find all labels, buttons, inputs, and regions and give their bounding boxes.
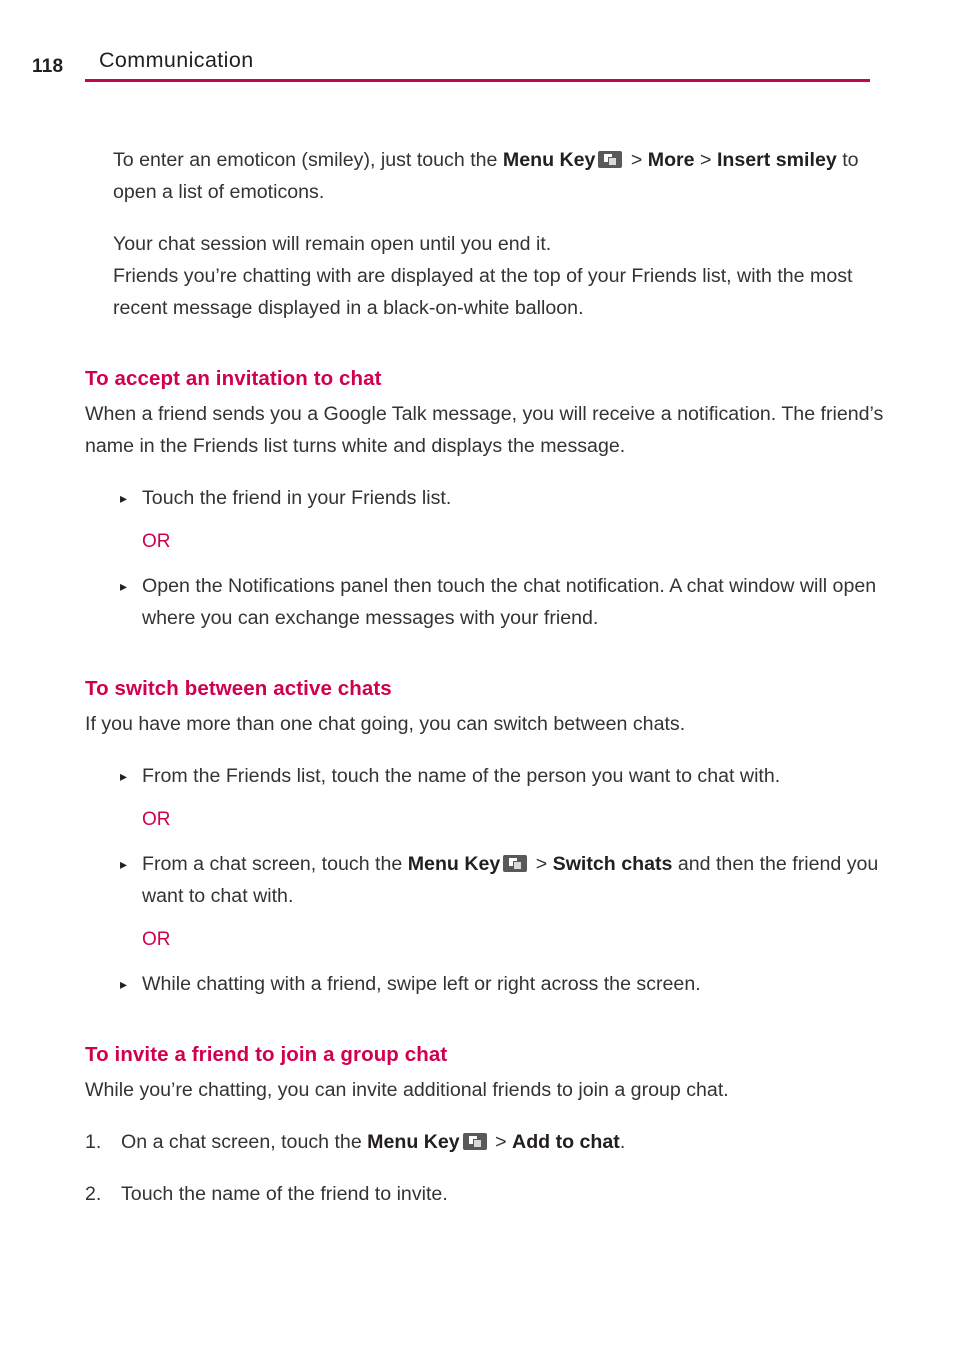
page-number: 118 — [32, 56, 64, 77]
step-text-1: On a chat screen, touch the — [121, 1131, 368, 1153]
list-item-label: From the Friends list, touch the name of… — [142, 765, 781, 787]
step-text-2: > — [489, 1131, 513, 1153]
list-item: 2. Touch the name of the friend to invit… — [85, 1178, 888, 1210]
bullet-triangle-icon: ▸ — [120, 768, 128, 784]
or-separator: OR — [142, 531, 171, 552]
menu-key-icon — [462, 1133, 487, 1150]
bullet-triangle-icon: ▸ — [120, 490, 128, 506]
list-item-bold-switch-chats: Switch chats — [552, 853, 673, 875]
intro-bold-more: More — [647, 149, 695, 171]
section-heading-invite-friend: To invite a friend to join a group chat — [85, 1043, 448, 1066]
list-item-number: 2. — [85, 1183, 102, 1205]
intro-text-2: > — [625, 149, 648, 171]
list-item: ▸ Open the Notifications panel then touc… — [120, 570, 888, 634]
step-bold-add-to-chat: Add to chat — [512, 1131, 620, 1153]
intro-text-1: To enter an emoticon (smiley), just touc… — [113, 149, 503, 171]
intro-paragraph-session-line2: Friends you’re chatting with are display… — [113, 265, 853, 319]
intro-text-3: > — [694, 149, 717, 171]
or-separator: OR — [142, 929, 171, 950]
list-item: ▸ From the Friends list, touch the name … — [120, 760, 888, 792]
bullet-triangle-icon: ▸ — [120, 976, 128, 992]
list-item: ▸ While chatting with a friend, swipe le… — [120, 968, 888, 1000]
list-item-text-1: From a chat screen, touch the — [142, 853, 408, 875]
intro-bold-insert-smiley: Insert smiley — [716, 149, 837, 171]
or-separator: OR — [142, 809, 171, 830]
menu-key-icon — [598, 151, 623, 168]
page-header: 118 Communication — [0, 48, 954, 88]
list-item-label: Touch the name of the friend to invite. — [121, 1183, 448, 1205]
list-item-label: Touch the friend in your Friends list. — [142, 487, 452, 509]
list-item-bold-menu-key: Menu Key — [407, 853, 501, 875]
menu-key-icon — [503, 855, 528, 872]
list-item-label: Open the Notifications panel then touch … — [142, 575, 877, 629]
section-heading-accept-invitation: To accept an invitation to chat — [85, 367, 382, 390]
list-item-number: 1. — [85, 1131, 102, 1153]
intro-paragraph-emoticon: To enter an emoticon (smiley), just touc… — [113, 144, 884, 208]
bullet-triangle-icon: ▸ — [120, 856, 128, 872]
intro-paragraph-session-line1: Your chat session will remain open until… — [113, 233, 552, 255]
section-body-switch-chats: If you have more than one chat going, yo… — [85, 713, 686, 735]
list-item: ▸ Touch the friend in your Friends list. — [120, 482, 888, 514]
list-item-text-2: > — [530, 853, 553, 875]
section-heading-switch-chats: To switch between active chats — [85, 677, 392, 700]
menu-key-square-front — [608, 157, 617, 165]
section-body-invite-friend: While you’re chatting, you can invite ad… — [85, 1079, 729, 1101]
menu-key-square-front — [472, 1139, 481, 1147]
menu-key-square-front — [513, 861, 522, 869]
manual-page: 118 Communication To enter an emoticon (… — [0, 0, 954, 1372]
intro-bold-menu-key: Menu Key — [502, 149, 596, 171]
list-item: ▸ From a chat screen, touch the Menu Key… — [120, 848, 888, 912]
section-body-accept-invitation: When a friend sends you a Google Talk me… — [85, 403, 884, 457]
bullet-triangle-icon: ▸ — [120, 578, 128, 594]
step-bold-menu-key: Menu Key — [367, 1131, 460, 1153]
step-text-3: . — [619, 1131, 626, 1153]
page-content: To enter an emoticon (smiley), just touc… — [0, 144, 954, 1210]
list-item-label: While chatting with a friend, swipe left… — [142, 973, 701, 995]
running-head-title: Communication — [99, 48, 254, 72]
list-item: 1. On a chat screen, touch the Menu Key … — [85, 1126, 888, 1158]
header-rule-divider — [85, 79, 870, 82]
